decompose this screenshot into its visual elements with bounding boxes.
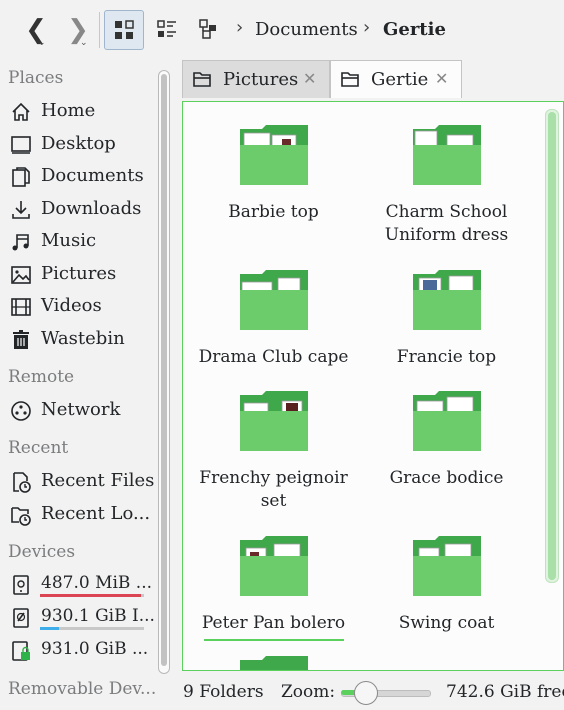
zoom-label: Zoom: <box>281 682 336 702</box>
devices-heading: Devices <box>8 542 76 562</box>
folder-name: Grace bodice <box>389 468 504 488</box>
folder-view-scrollbar[interactable] <box>545 109 559 583</box>
folder-icon <box>193 72 211 87</box>
sidebar-item-recent-files[interactable]: Recent Files <box>0 467 154 497</box>
back-button[interactable]: ❮ ⌄ <box>18 12 54 48</box>
zoom-slider[interactable] <box>341 681 431 705</box>
device-1-usage-fill <box>40 594 141 597</box>
folder-icon <box>413 536 481 596</box>
sidebar-item-wastebin[interactable]: Wastebin <box>0 325 150 355</box>
compact-view-button[interactable] <box>148 10 186 48</box>
sidebar-item-network[interactable]: Network <box>0 396 150 426</box>
sidebar-item-pictures[interactable]: Pictures <box>0 260 150 290</box>
folder-icon <box>413 270 481 330</box>
tab-gertie[interactable]: Gertie ✕ <box>330 60 462 98</box>
recent-files-icon <box>13 472 31 493</box>
desktop-icon <box>11 136 31 154</box>
sidebar-item-desktop[interactable]: Desktop <box>0 130 150 160</box>
sidebar-item-videos[interactable]: Videos <box>0 292 150 322</box>
folder-view-scrollbar-thumb[interactable] <box>548 112 556 580</box>
folder-icon <box>240 656 308 670</box>
sidebar-scrollbar-thumb[interactable] <box>161 74 167 666</box>
folder-view[interactable]: Barbie top Charm School Uniform dress Dr… <box>182 101 564 671</box>
videos-icon <box>11 298 31 316</box>
icons-view-button[interactable] <box>104 10 144 50</box>
folder-icon <box>240 391 308 451</box>
network-icon <box>11 401 31 421</box>
sidebar-item-documents[interactable]: Documents <box>0 162 150 192</box>
folder-icon <box>413 125 481 185</box>
breadcrumb-current[interactable]: Gertie <box>383 19 446 40</box>
remote-heading: Remote <box>8 367 75 387</box>
music-icon <box>12 234 29 251</box>
recent-locations-icon <box>11 507 31 526</box>
folder-name: Peter Pan bolero <box>201 613 346 633</box>
folder-icon <box>240 270 308 330</box>
pictures-icon <box>11 266 31 284</box>
details-view-icon <box>199 19 216 39</box>
sidebar-scrollbar[interactable] <box>158 70 170 674</box>
free-space: 742.6 GiB free <box>446 682 564 702</box>
folder-name: Francie top <box>396 347 497 367</box>
folder-count: 9 Folders <box>183 682 264 702</box>
folder-name: Barbie top <box>228 202 319 222</box>
breadcrumb-separator-icon: › <box>236 17 244 38</box>
zoom-slider-handle[interactable] <box>354 681 378 705</box>
device-2-usage-fill <box>40 627 59 630</box>
folder-name: Frenchy peignoir set <box>199 468 348 511</box>
folder-icon <box>240 125 308 185</box>
sidebar-item-device-3[interactable]: 931.0 GiB ... <box>0 636 150 666</box>
sidebar-item-recent-locations[interactable]: Recent Lo... <box>0 500 150 530</box>
breadcrumb-documents[interactable]: Documents <box>255 19 358 40</box>
tab-pictures[interactable]: Pictures ✕ <box>182 60 330 98</box>
drive-icon <box>13 575 29 595</box>
sidebar-item-home[interactable]: Home <box>0 97 150 127</box>
chevron-down-icon: ⌄ <box>80 38 88 48</box>
close-icon[interactable]: ✕ <box>303 69 316 88</box>
places-heading: Places <box>8 68 64 88</box>
icons-view-icon <box>115 20 134 39</box>
folder-name: Drama Club cape <box>198 347 349 367</box>
sidebar-item-downloads[interactable]: Downloads <box>0 195 150 225</box>
toolbar-separator <box>99 12 100 48</box>
removable-devices-heading: Removable Dev... <box>8 679 157 699</box>
breadcrumb-separator-icon: › <box>363 17 371 38</box>
forward-button[interactable]: ❯ ⌄ <box>60 12 96 48</box>
home-icon <box>12 102 30 121</box>
wastebin-icon <box>13 330 29 349</box>
close-icon[interactable]: ✕ <box>435 69 448 88</box>
device-2-usage-bar <box>40 627 144 630</box>
sidebar-item-music[interactable]: Music <box>0 227 150 257</box>
drive-locked-icon <box>12 641 30 661</box>
chevron-down-icon: ⌄ <box>38 38 46 48</box>
documents-icon <box>12 167 30 187</box>
downloads-icon <box>12 201 30 219</box>
compact-view-icon <box>157 20 176 37</box>
folder-name: Charm School Uniform dress <box>384 202 509 245</box>
folder-icon <box>341 72 359 87</box>
recent-heading: Recent <box>8 438 69 458</box>
hover-underline <box>204 639 344 641</box>
folder-icon <box>240 536 308 596</box>
drive-icon <box>13 608 29 628</box>
device-1-usage-bar <box>40 594 144 597</box>
folder-icon <box>413 391 481 451</box>
details-view-button[interactable] <box>190 10 228 48</box>
folder-name: Swing coat <box>398 613 495 633</box>
